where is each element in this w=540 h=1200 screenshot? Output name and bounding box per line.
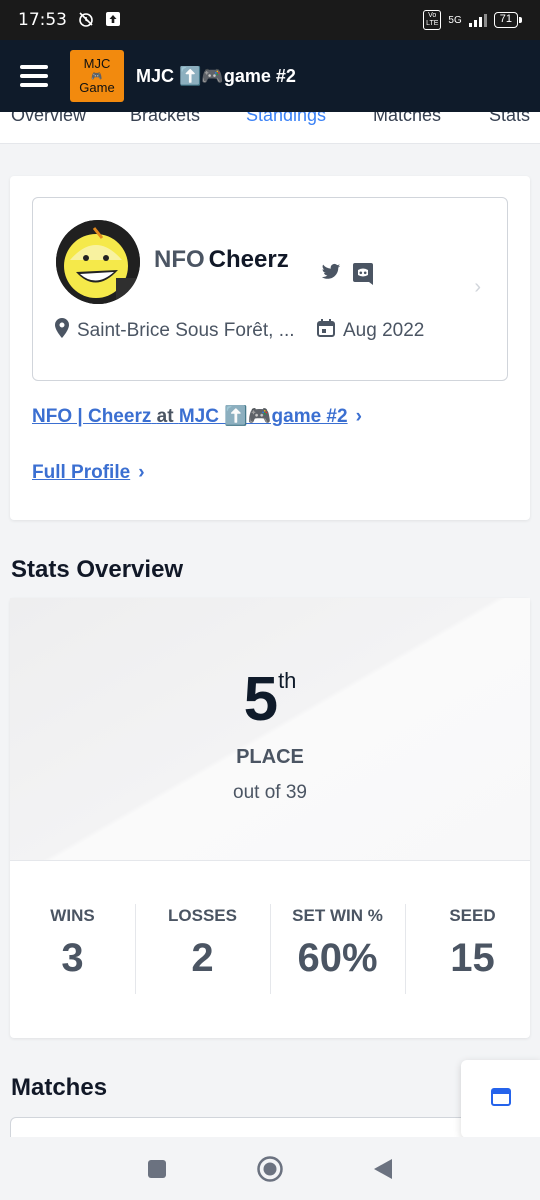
app-bar: MJC 🎮 Game MJC ⬆️🎮game #2 [0, 40, 540, 112]
tab-overview[interactable]: Overview [11, 112, 86, 126]
stat-label: SET WIN % [292, 906, 383, 925]
place-out-of: out of 39 [233, 782, 307, 803]
matches-heading: Matches [11, 1074, 108, 1101]
tab-matches[interactable]: Matches [373, 112, 441, 126]
stat-value: 60% [297, 936, 378, 980]
stat-divider [405, 904, 406, 994]
event-link-player: NFO | Cheerz [32, 406, 152, 427]
player-join-date: Aug 2022 [343, 320, 425, 341]
placement-number: 5 [243, 665, 279, 734]
floating-window-button[interactable] [461, 1060, 540, 1138]
stat-losses: LOSSES 2 [140, 906, 265, 981]
stat-wins: WINS 3 [10, 906, 135, 981]
tab-bar: Overview Brackets Standings Matches Stat… [0, 112, 540, 144]
event-link-event: MJC ⬆️🎮game #2 [178, 406, 348, 427]
logo-line1: MJC [83, 56, 111, 71]
stat-value: 3 [61, 936, 84, 980]
tab-stats[interactable]: Stats [489, 112, 530, 126]
tournament-title: MJC ⬆️🎮game #2 [136, 65, 296, 86]
player-card: NFO Cheerz › Saint-Brice Sous Forêt, ... … [10, 176, 530, 520]
stat-set-win-pct: SET WIN % 60% [275, 906, 400, 981]
recents-button[interactable] [137, 1149, 177, 1189]
chevron-right-icon: › [355, 406, 362, 427]
stat-divider [135, 904, 136, 994]
system-nav-bar [0, 1137, 540, 1200]
stats-overview-heading: Stats Overview [11, 556, 184, 583]
menu-icon[interactable] [20, 65, 48, 87]
battery-icon: 71 [493, 12, 523, 28]
player-name: NFO Cheerz [154, 246, 289, 274]
alarm-off-icon [77, 10, 95, 31]
player-gamertag: Cheerz [208, 246, 289, 273]
location-pin-icon [55, 318, 69, 344]
player-meta: Saint-Brice Sous Forêt, ... Aug 2022 [55, 318, 424, 344]
stat-label: LOSSES [168, 906, 237, 925]
upload-notification-icon [105, 11, 121, 30]
volte-icon: Vo LTE [423, 10, 442, 30]
player-summary[interactable]: NFO Cheerz › Saint-Brice Sous Forêt, ... … [32, 197, 508, 381]
placement-value: 5th [10, 664, 530, 735]
placement-suffix: th [278, 668, 297, 693]
stat-seed: SEED 15 [410, 906, 535, 981]
logo-line2: Game [79, 80, 115, 95]
status-time: 17:53 [18, 10, 67, 30]
twitter-icon[interactable] [321, 263, 341, 290]
full-profile-link[interactable]: Full Profile › [32, 462, 145, 484]
player-prefix: NFO [154, 246, 205, 273]
social-links [321, 263, 373, 290]
place-label: PLACE [236, 746, 304, 768]
network-type: 5G [448, 14, 462, 26]
placement-panel: 5th PLACE out of 39 [10, 598, 530, 861]
event-profile-link[interactable]: NFO | Cheerz at MJC ⬆️🎮game #2 › [32, 404, 362, 428]
stats-overview-card: 5th PLACE out of 39 WINS 3 LOSSES 2 SET … [10, 598, 530, 1038]
discord-icon[interactable] [353, 263, 373, 290]
stat-label: WINS [50, 906, 95, 925]
home-button[interactable] [250, 1149, 290, 1189]
stat-divider [270, 904, 271, 994]
back-button[interactable] [363, 1149, 403, 1189]
full-profile-label: Full Profile [32, 462, 131, 483]
status-bar: 17:53 Vo LTE 5G 71 [0, 0, 540, 40]
stat-label: SEED [449, 906, 496, 925]
tab-brackets[interactable]: Brackets [130, 112, 200, 126]
stat-value: 2 [191, 936, 214, 980]
window-icon [491, 1087, 511, 1111]
tournament-logo[interactable]: MJC 🎮 Game [70, 50, 124, 102]
chevron-right-icon: › [474, 276, 481, 298]
signal-icon [468, 13, 487, 27]
player-location: Saint-Brice Sous Forêt, ... [77, 320, 295, 341]
calendar-icon [317, 319, 335, 343]
event-link-at: at [156, 406, 174, 427]
tab-standings[interactable]: Standings [246, 112, 326, 126]
battery-level: 71 [499, 13, 512, 25]
stat-value: 15 [450, 936, 495, 980]
chevron-right-icon: › [138, 462, 145, 483]
avatar [56, 220, 140, 304]
